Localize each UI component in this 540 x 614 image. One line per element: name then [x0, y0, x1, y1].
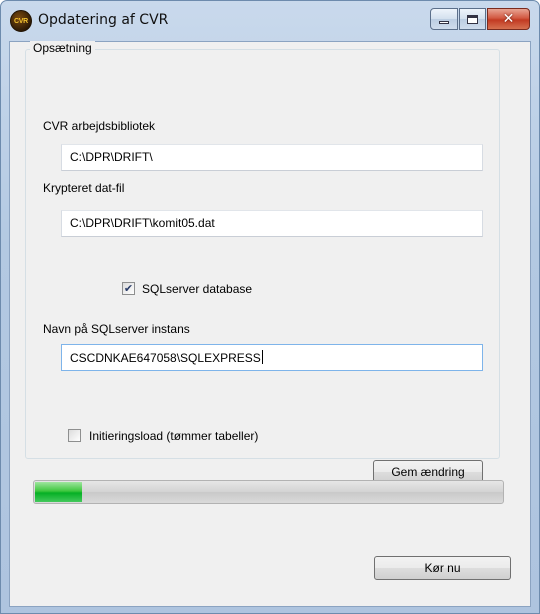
close-button[interactable]: ✕ [487, 8, 530, 30]
app-window: CVR Opdatering af CVR ✕ Opsætning CVR ar… [0, 0, 540, 614]
run-now-button[interactable]: Kør nu [374, 556, 511, 580]
title-bar[interactable]: CVR Opdatering af CVR ✕ [1, 1, 539, 41]
workdir-input[interactable]: C:\DPR\DRIFT\ [61, 144, 483, 171]
progress-bar [33, 480, 504, 504]
workdir-label: CVR arbejdsbibliotek [43, 119, 156, 133]
minimize-button[interactable] [430, 8, 458, 30]
checkmark-icon: ✔ [123, 282, 134, 295]
sqlserver-checkbox[interactable]: ✔ [122, 282, 135, 295]
datfile-label: Krypteret dat-fil [43, 181, 125, 195]
instance-input-text: CSCDNKAE647058\SQLEXPRESS [70, 351, 261, 365]
instance-label: Navn på SQLserver instans [43, 322, 190, 336]
setup-group-label: Opsætning [30, 41, 95, 55]
datfile-input[interactable]: C:\DPR\DRIFT\komit05.dat [61, 210, 483, 237]
progress-fill [35, 482, 82, 502]
sqlserver-checkbox-label[interactable]: SQLserver database [142, 282, 252, 296]
init-checkbox[interactable] [68, 429, 81, 442]
init-checkbox-label[interactable]: Initieringsload (tømmer tabeller) [89, 429, 258, 443]
cvr-app-icon: CVR [10, 10, 32, 32]
close-icon: ✕ [502, 11, 515, 27]
maximize-icon [467, 14, 478, 24]
text-caret [261, 350, 263, 364]
window-title: Opdatering af CVR [38, 12, 169, 28]
minimize-icon [439, 20, 449, 24]
instance-input[interactable]: CSCDNKAE647058\SQLEXPRESS [61, 344, 483, 371]
caption-buttons: ✕ [429, 8, 530, 30]
maximize-button[interactable] [459, 8, 486, 30]
setup-groupbox [25, 49, 500, 459]
